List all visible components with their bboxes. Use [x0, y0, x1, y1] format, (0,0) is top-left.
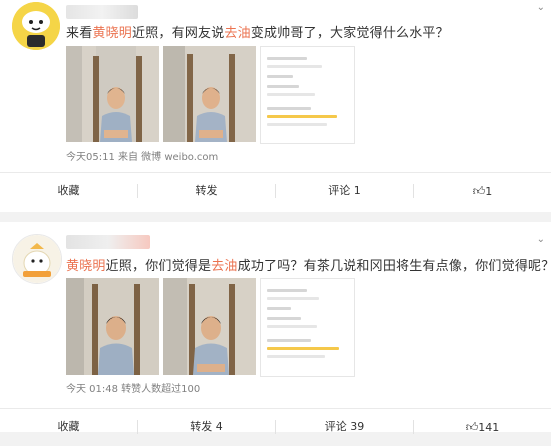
cartoon-avatar-icon — [13, 235, 61, 283]
weibo-post-1: ⌄ 来看黄晓明近照，有网友说去油变成帅哥了，大家觉得什么水平？ 今天05:11 … — [0, 0, 551, 212]
like-button[interactable]: 👍︎141 — [414, 409, 551, 445]
action-bar: 收藏 转发 评论 1 👍︎1 — [0, 172, 551, 209]
hashtag-huang-xiaoming[interactable]: 黄晓明 — [92, 26, 132, 41]
hashtag-huang-xiaoming[interactable]: 黄晓明 — [66, 259, 106, 274]
hashtag-quyou[interactable]: 去油 — [211, 259, 237, 274]
comment-screenshot[interactable] — [260, 46, 355, 144]
avatar[interactable] — [12, 234, 62, 284]
like-count: 141 — [478, 421, 500, 434]
post-timestamp: 今天 01:48 转赞人数超过100 — [66, 384, 201, 395]
chevron-down-icon[interactable]: ⌄ — [537, 2, 545, 13]
text-segment: 近照，有网友说 — [132, 26, 225, 41]
weibo-post-2: ⌄ 黄晓明近照，你们觉得是去油成功了吗？有茶几说和冈田将生有点像，你们觉得呢？ — [0, 222, 551, 434]
text-segment: 变成帅哥了，大家觉得什么水平？ — [250, 26, 449, 41]
post-photo-2[interactable] — [163, 278, 256, 375]
repost-button[interactable]: 转发 4 — [138, 409, 275, 445]
post-text: 来看黄晓明近照，有网友说去油变成帅哥了，大家觉得什么水平？ — [66, 22, 449, 41]
text-segment: 成功了吗？有茶几说和冈田将生有点像，你们觉得呢？ — [237, 259, 551, 274]
post-photo-2[interactable] — [163, 46, 256, 142]
like-button[interactable]: 👍︎1 — [414, 173, 551, 209]
thumbs-up-icon: 👍︎ — [472, 184, 486, 198]
username-blurred[interactable] — [66, 5, 138, 19]
post-timestamp: 今天05:11 来自 微博 weibo.com — [66, 152, 219, 163]
comment-button[interactable]: 评论 39 — [276, 409, 413, 445]
text-segment: 来看 — [66, 26, 93, 41]
post-photo-1[interactable] — [66, 46, 159, 142]
avatar[interactable] — [12, 2, 60, 50]
action-bar: 收藏 转发 4 评论 39 👍︎141 — [0, 408, 551, 445]
favorite-button[interactable]: 收藏 — [0, 409, 137, 445]
post-photo-1[interactable] — [66, 278, 159, 375]
post-text: 黄晓明近照，你们觉得是去油成功了吗？有茶几说和冈田将生有点像，你们觉得呢？ — [66, 255, 551, 274]
hashtag-quyou[interactable]: 去油 — [224, 26, 250, 41]
username-blurred[interactable] — [66, 235, 150, 249]
chevron-down-icon[interactable]: ⌄ — [537, 234, 545, 245]
favorite-button[interactable]: 收藏 — [0, 173, 137, 209]
comment-screenshot[interactable] — [260, 278, 355, 377]
repost-button[interactable]: 转发 — [138, 173, 275, 209]
cartoon-avatar-icon — [12, 2, 60, 50]
text-segment: 近照，你们觉得是 — [105, 259, 212, 274]
like-count: 1 — [485, 185, 493, 198]
comment-button[interactable]: 评论 1 — [276, 173, 413, 209]
